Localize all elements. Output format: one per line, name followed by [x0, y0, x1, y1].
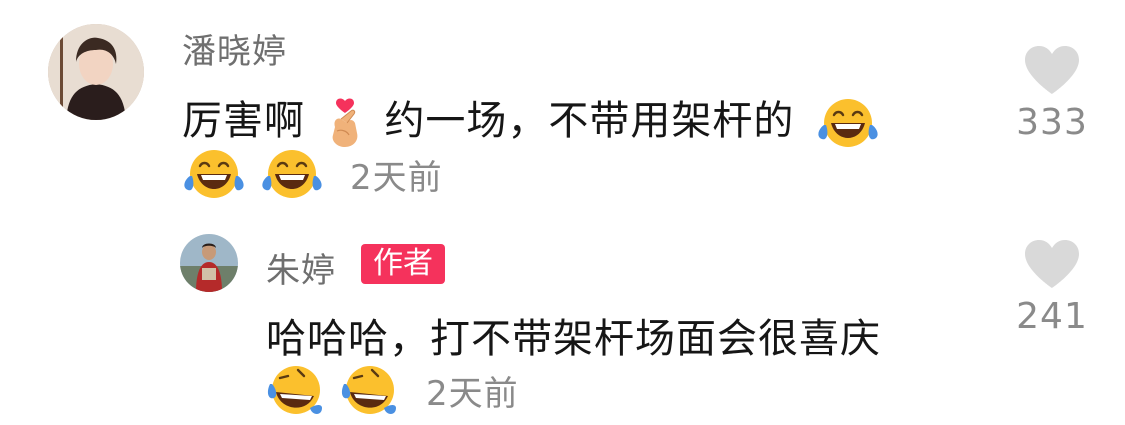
- like-count: 241: [1016, 296, 1088, 337]
- like-button[interactable]: 241: [1002, 238, 1102, 337]
- reply-username[interactable]: 朱婷: [266, 243, 336, 292]
- heart-icon[interactable]: [1023, 44, 1081, 96]
- avatar[interactable]: [48, 24, 144, 120]
- comment-text: 厉害啊 约一场，不带用架杆的: [182, 88, 880, 151]
- reply-text: 哈哈哈，打不带架杆场面会很喜庆: [266, 316, 881, 362]
- like-count: 333: [1016, 102, 1088, 143]
- avatar[interactable]: [180, 234, 238, 292]
- laughing-tears-emoji-icon: [182, 146, 246, 202]
- laughing-tears-emoji-icon: [816, 95, 880, 151]
- comment-time: 2天前: [350, 157, 443, 198]
- comment-username[interactable]: 潘晓婷: [182, 24, 287, 73]
- rolling-laughing-emoji-icon: [340, 362, 400, 418]
- reply-time: 2天前: [426, 373, 519, 414]
- comment-text-part: 约一场，不带用架杆的: [384, 98, 795, 144]
- laughing-tears-emoji-icon: [260, 146, 324, 202]
- comment-text-part: 厉害啊: [182, 98, 305, 144]
- comment-meta: 2天前: [182, 146, 443, 202]
- rolling-laughing-emoji-icon: [266, 362, 326, 418]
- heart-icon[interactable]: [1023, 238, 1081, 290]
- reply-meta: 2天前: [266, 362, 519, 418]
- finger-heart-emoji-icon: [325, 97, 365, 149]
- like-button[interactable]: 333: [1002, 44, 1102, 143]
- author-badge: 作者: [361, 244, 445, 284]
